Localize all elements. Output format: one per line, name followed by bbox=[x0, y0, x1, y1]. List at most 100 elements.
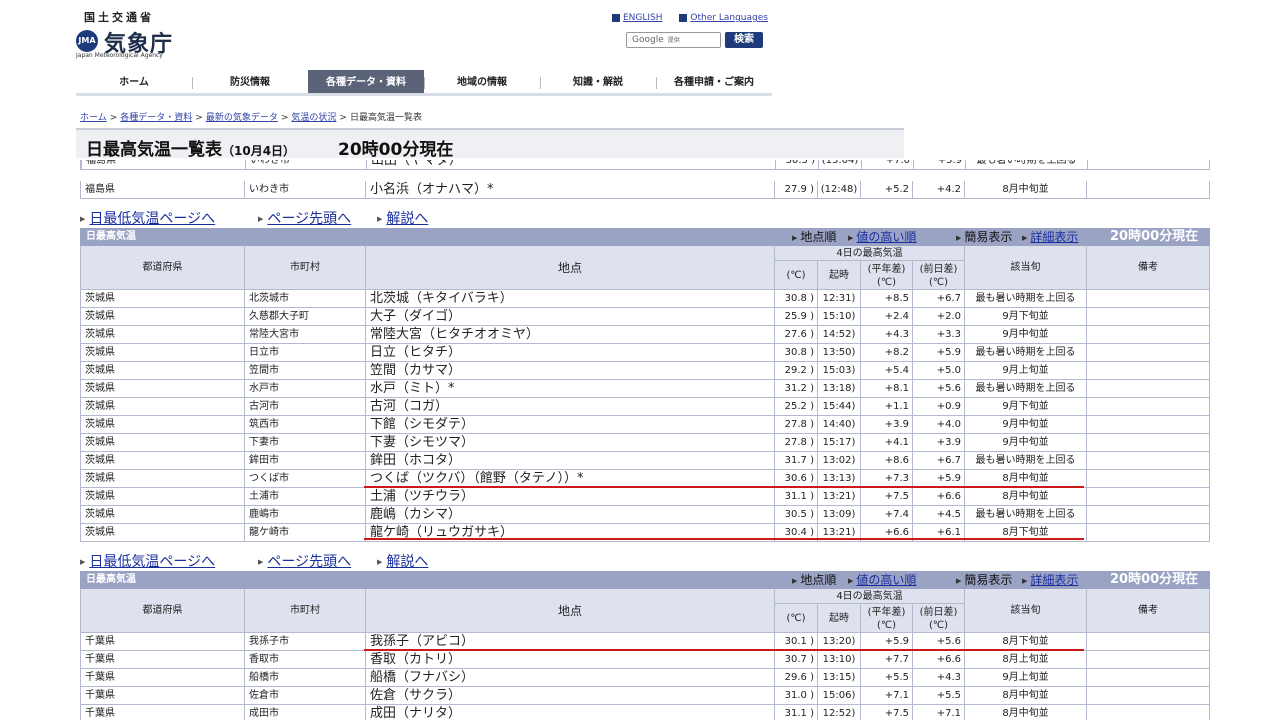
triangle-right-icon: ▶ bbox=[258, 215, 264, 223]
detail-view[interactable]: ▶ 詳細表示 bbox=[1022, 228, 1078, 247]
cell-time: 15:17) bbox=[817, 434, 860, 452]
cell-note: 9月中旬並 bbox=[964, 326, 1086, 344]
cell-remarks bbox=[1086, 344, 1210, 362]
nav-disaster-info[interactable]: 防災情報 bbox=[192, 70, 308, 93]
cell-muni: 鉾田市 bbox=[244, 452, 365, 470]
cell-note: 9月上旬並 bbox=[964, 669, 1086, 687]
cell-prev: +6.7 bbox=[912, 452, 964, 470]
header-max-temp-group: 4日の最高気温 bbox=[774, 246, 964, 261]
search-input[interactable]: Google 提供 bbox=[626, 32, 721, 48]
cell-pref: 千葉県 bbox=[80, 651, 244, 669]
cell-time: 13:02) bbox=[817, 452, 860, 470]
detail-view[interactable]: ▶ 詳細表示 bbox=[1022, 571, 1078, 590]
cell-remarks bbox=[1086, 669, 1210, 687]
page-top-link[interactable]: ▶ ページ先頭へ bbox=[258, 208, 351, 228]
table-time: 20時00分現在 bbox=[1110, 229, 1199, 244]
breadcrumb-home[interactable]: ホーム bbox=[80, 113, 107, 123]
header-period: 該当旬 bbox=[964, 589, 1086, 633]
triangle-right-icon: ▶ bbox=[80, 215, 86, 223]
table-row: 茨城県 筑西市 下館（シモダテ） 27.8 ) 14:40) +3.9 +4.0 9月中旬並 bbox=[80, 416, 1210, 434]
breadcrumb-temperature[interactable]: 気温の状況 bbox=[291, 113, 336, 123]
cell-temp: 31.2 ) bbox=[774, 380, 817, 398]
table-row: 茨城県 水戸市 水戸（ミト）* 31.2 ) 13:18) +8.1 +5.6 最も暑い時期を… bbox=[80, 380, 1210, 398]
search-button[interactable]: 検索 bbox=[725, 32, 763, 48]
cell-avg: +8.1 bbox=[860, 380, 912, 398]
order-by-value[interactable]: ▶ 値の高い順 bbox=[848, 571, 916, 590]
table-row: 茨城県 鹿嶋市 鹿嶋（カシマ） 30.5 ) 13:09) +7.4 +4.5 最も暑い時期を… bbox=[80, 506, 1210, 524]
nav-data[interactable]: 各種データ・資料 bbox=[308, 70, 424, 93]
other-languages-link[interactable]: Other Languages bbox=[690, 13, 768, 23]
table-header: 都道府県 市町村 地点 4日の最高気温 (℃) 起時 (平年差) (℃) (前日差… bbox=[80, 589, 1210, 633]
cell-remarks bbox=[1086, 362, 1210, 380]
low-temp-link[interactable]: ▶ 日最低気温ページへ bbox=[80, 208, 215, 228]
nav-knowledge[interactable]: 知識・解説 bbox=[540, 70, 656, 93]
cell-avg: +7.5 bbox=[860, 488, 912, 506]
breadcrumb-latest-data[interactable]: 最新の気象データ bbox=[206, 113, 278, 123]
cell-pref: 茨城県 bbox=[80, 470, 244, 488]
cell-muni: 船橋市 bbox=[244, 669, 365, 687]
cell-prev: +5.5 bbox=[912, 687, 964, 705]
cell-point: 大子（ダイゴ） bbox=[365, 308, 774, 326]
jma-logo-icon[interactable]: JMA bbox=[76, 30, 98, 52]
cell-point: 常陸大宮（ヒタチオオミヤ） bbox=[365, 326, 774, 344]
cell-temp: 29.2 ) bbox=[774, 362, 817, 380]
english-link[interactable]: ENGLISH bbox=[623, 13, 663, 23]
cell-time: 13:10) bbox=[817, 651, 860, 669]
nav-regional-info[interactable]: 地域の情報 bbox=[424, 70, 540, 93]
cell-prev: +7.1 bbox=[912, 705, 964, 720]
page-top-link[interactable]: ▶ ページ先頭へ bbox=[258, 551, 351, 571]
header-prev-diff: (前日差) (℃) bbox=[912, 261, 964, 290]
table-row: 茨城県 北茨城市 北茨城（キタイバラキ） 30.8 ) 12:31) +8.5 +6.7 最も… bbox=[80, 290, 1210, 308]
cell-time: 12:52) bbox=[817, 705, 860, 720]
cell-temp: 25.9 ) bbox=[774, 308, 817, 326]
nav-applications[interactable]: 各種申請・ご案内 bbox=[656, 70, 772, 93]
nav-home[interactable]: ホーム bbox=[76, 70, 192, 93]
explanation-link[interactable]: ▶ 解説へ bbox=[377, 208, 428, 228]
cell-pref: 千葉県 bbox=[80, 705, 244, 720]
order-by-value[interactable]: ▶ 値の高い順 bbox=[848, 228, 916, 247]
page-title-bar: 日最高気温一覧表（10月4日） 20時00分現在 bbox=[76, 128, 904, 160]
cell-prev: +4.5 bbox=[912, 506, 964, 524]
cell-point: 船橋（フナバシ） bbox=[365, 669, 774, 687]
breadcrumb-current: 日最高気温一覧表 bbox=[349, 113, 422, 123]
cell-pref: 茨城県 bbox=[80, 290, 244, 308]
cell-point: 成田（ナリタ） bbox=[365, 705, 774, 720]
cell-prev: +6.7 bbox=[912, 290, 964, 308]
order-by-point[interactable]: ▶ 地点順 bbox=[792, 571, 836, 590]
triangle-right-icon: ▶ bbox=[956, 233, 962, 242]
table-row: 千葉県 香取市 香取（カトリ） 30.7 ) 13:10) +7.7 +6.6 8月上旬並 bbox=[80, 651, 1210, 669]
cell-muni: 常陸大宮市 bbox=[244, 326, 365, 344]
cell-temp: 30.7 ) bbox=[774, 651, 817, 669]
header-period: 該当旬 bbox=[964, 246, 1086, 290]
table-row: 茨城県 土浦市 土浦（ツチウラ） 31.1 ) 13:21) +7.5 +6.6 8月中旬並 bbox=[80, 488, 1210, 506]
cell-temp: 31.0 ) bbox=[774, 687, 817, 705]
order-by-point[interactable]: ▶ 地点順 bbox=[792, 228, 836, 247]
triangle-right-icon: ▶ bbox=[1022, 576, 1028, 585]
simple-view[interactable]: ▶ 簡易表示 bbox=[956, 571, 1012, 590]
cell-temp: 30.5 ) bbox=[774, 506, 817, 524]
header-remarks: 備考 bbox=[1086, 246, 1210, 290]
cell-muni: 龍ケ崎市 bbox=[244, 524, 365, 542]
cell-time: 12:31) bbox=[817, 290, 860, 308]
cell-time: 14:40) bbox=[817, 416, 860, 434]
cell-remarks bbox=[1086, 308, 1210, 326]
cell-remarks bbox=[1086, 326, 1210, 344]
cell-time: 13:09) bbox=[817, 506, 860, 524]
cell-remarks bbox=[1086, 524, 1210, 542]
cell-avg: +8.2 bbox=[860, 344, 912, 362]
cell-point: 日立（ヒタチ） bbox=[365, 344, 774, 362]
explanation-link[interactable]: ▶ 解説へ bbox=[377, 551, 428, 571]
low-temp-link[interactable]: ▶ 日最低気温ページへ bbox=[80, 551, 215, 571]
cell-temp: 30.8 ) bbox=[774, 290, 817, 308]
cell-prev: +3.9 bbox=[912, 434, 964, 452]
breadcrumb-data[interactable]: 各種データ・資料 bbox=[120, 113, 192, 123]
cell-remarks bbox=[1086, 633, 1210, 651]
simple-view[interactable]: ▶ 簡易表示 bbox=[956, 228, 1012, 247]
cell-pref: 茨城県 bbox=[80, 344, 244, 362]
cell-temp: 29.6 ) bbox=[774, 669, 817, 687]
cell-remarks bbox=[1086, 398, 1210, 416]
cell-pref: 茨城県 bbox=[80, 326, 244, 344]
table-row: 福島県 いわき市 山田（ヤマダ） 30.5 ) (13:04) +7.0 +5.… bbox=[80, 160, 1210, 170]
cell-note: 最も暑い時期を上回る bbox=[964, 452, 1086, 470]
cell-pref: 茨城県 bbox=[80, 398, 244, 416]
